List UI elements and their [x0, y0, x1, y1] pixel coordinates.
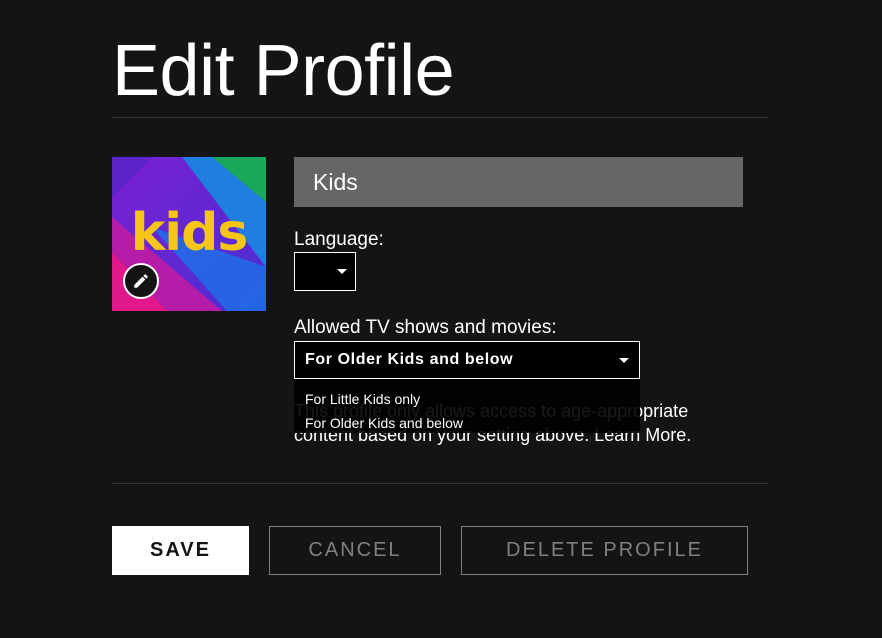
edit-profile-page: Edit Profile kids Language: [0, 0, 882, 638]
maturity-option-little-kids[interactable]: For Little Kids only [294, 387, 640, 411]
caret-down-icon [619, 358, 629, 363]
maturity-dropdown-menu: For Little Kids only For Older Kids and … [294, 379, 640, 433]
avatar-word: kids [130, 203, 249, 263]
language-label: Language: [294, 229, 384, 250]
save-button[interactable]: SAVE [112, 526, 249, 575]
pencil-icon [134, 274, 148, 288]
page-title: Edit Profile [112, 31, 455, 111]
profile-name-input[interactable] [294, 157, 743, 207]
language-select[interactable] [294, 252, 356, 291]
bottom-divider [112, 483, 768, 484]
profile-avatar[interactable]: kids [112, 157, 266, 311]
top-divider [112, 117, 768, 118]
cancel-button[interactable]: CANCEL [269, 526, 441, 575]
delete-profile-button[interactable]: DELETE PROFILE [461, 526, 748, 575]
maturity-select[interactable]: For Older Kids and below [294, 341, 640, 379]
maturity-option-older-kids[interactable]: For Older Kids and below [294, 411, 640, 435]
maturity-selected-value: For Older Kids and below [305, 351, 514, 368]
maturity-label: Allowed TV shows and movies: [294, 317, 557, 338]
edit-avatar-button[interactable] [123, 263, 159, 299]
caret-down-icon [337, 269, 347, 274]
